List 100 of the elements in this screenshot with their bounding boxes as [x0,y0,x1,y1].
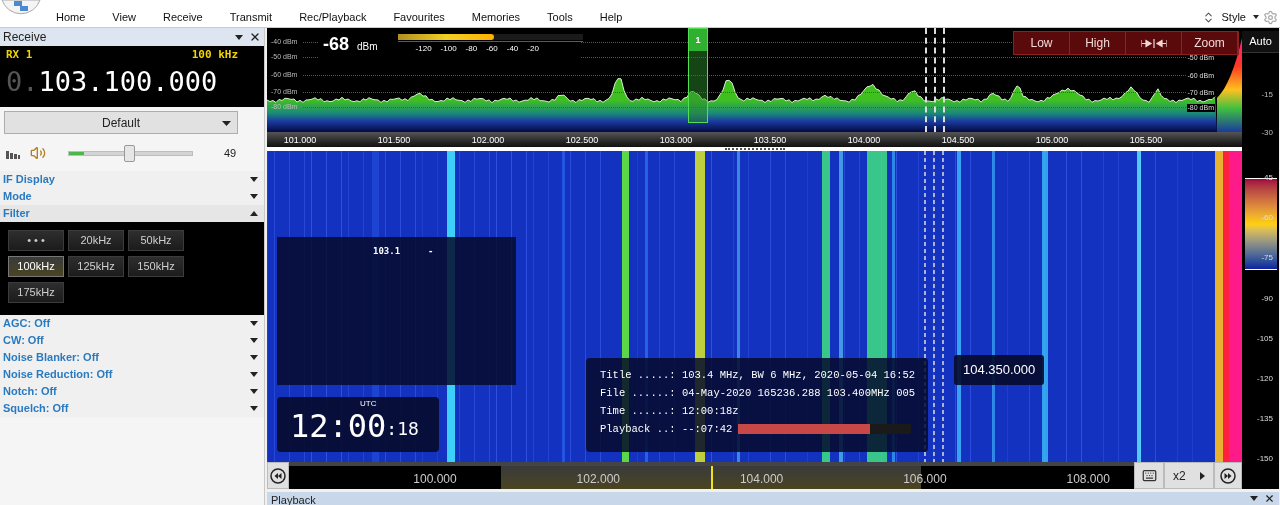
info-line: Playback ..: --:07:42 [600,422,733,436]
scale-label: -15 [1261,90,1273,100]
channel-frequency: 103.1 [373,245,401,258]
step-label: 100 kHz [191,47,239,63]
info-line: Time ......: 12:00:18z [600,404,739,418]
meter-scale-label: -40 [506,44,519,54]
axis-label: 102.500 [565,135,599,146]
menu-tab[interactable]: Receive [155,9,222,26]
auto-button[interactable]: Auto [1242,30,1279,53]
timeline-label: 102.000 [576,472,620,486]
expand-caret-icon[interactable] [250,177,258,182]
menu-tab[interactable]: Memories [463,9,540,26]
timeline-label: 104.000 [739,472,784,486]
speed-button[interactable]: x2 [1164,462,1214,489]
filter-button[interactable]: • • • [8,230,64,251]
axis-label: 104.000 [847,135,881,146]
info-line: Title .....: 103.4 MHz, BW 6 MHz, 2020-05-04 16:52 [600,368,916,382]
filter-button[interactable]: 150kHz [128,256,184,277]
frequency-readout[interactable]: 103.100.000 [38,63,218,100]
panel-title: Playback [271,493,316,505]
menu-tab[interactable]: Help [591,9,642,26]
rewind-icon [270,467,286,484]
scale-label: -135 [1257,414,1273,425]
keyboard-icon [1141,468,1157,483]
collapse-caret-icon[interactable] [250,211,258,216]
axis-label: 105.000 [1035,135,1069,146]
menu-tab[interactable]: Rec/Playback [291,9,386,26]
scale-label: -75 [1261,253,1273,264]
dropdown-caret-icon [222,121,231,126]
arrows-inward-icon [1140,38,1167,48]
spectrum-button[interactable]: High [1070,32,1126,54]
scale-label: -30 [1261,128,1273,138]
filter-button[interactable]: 20kHz [68,230,124,251]
close-icon[interactable] [249,31,261,43]
volume-value: 49 [224,145,237,161]
dropdown-caret-icon[interactable] [1250,496,1258,501]
axis-label: 101.500 [377,135,411,146]
filter-button[interactable]: 50kHz [128,230,184,251]
info-line: File ......: 04-May-2020 165236.288 103.400MHz 005 [600,386,916,400]
section-header[interactable]: CW: Off [0,332,264,349]
menu-tab[interactable]: View [104,9,155,26]
center-button[interactable] [1126,32,1182,54]
section-header[interactable]: AGC: Off [0,315,264,332]
expand-caret-icon[interactable] [250,406,258,411]
section-header[interactable]: Squelch: Off [0,400,264,417]
expand-caret-icon[interactable] [250,338,258,343]
meter-scale-label: -100 [440,44,457,54]
expand-caret-icon[interactable] [250,321,258,326]
volume-thumb[interactable] [124,144,136,162]
expand-caret-icon[interactable] [250,194,258,199]
timeline-label: 106.000 [903,472,947,486]
scale-label: -60 [1261,213,1273,224]
timeline-label: 108.000 [1066,472,1110,486]
axis-label: 102.000 [471,135,505,146]
menu-tab[interactable]: Transmit [221,9,292,26]
section-header[interactable]: Noise Blanker: Off [0,349,264,366]
axis-label: 103.500 [753,135,787,146]
clock-zone: UTC [360,399,377,408]
preset-dropdown[interactable]: Default [4,111,238,134]
spectrum-button[interactable]: Low [1014,32,1070,54]
signal-reading: -68 [323,33,349,56]
timeline-ruler[interactable]: 100.000 102.000 104.000 106.000 108.000 [289,462,1134,489]
section-header[interactable]: Notch: Off [0,383,264,400]
expand-caret-icon[interactable] [250,372,258,377]
expand-caret-icon[interactable] [250,389,258,394]
forward-button[interactable] [1214,462,1242,489]
menu-tab[interactable]: Home [48,9,105,26]
clock-time: 12:00 [290,408,387,444]
marker-number: 1 [689,29,707,51]
volume-slider[interactable] [65,143,196,163]
caret-icon [1200,471,1205,480]
style-menu[interactable]: Style [1221,9,1259,26]
keyboard-button[interactable] [1134,462,1164,489]
section-header[interactable]: Mode [0,188,264,205]
meter-scale-label: -80 [465,44,478,54]
timeline-label: 100.000 [413,472,457,486]
spectrum-button[interactable]: Zoom [1182,32,1238,54]
close-icon[interactable] [1264,493,1275,504]
dropdown-caret-icon[interactable] [235,34,243,40]
rewind-button[interactable] [267,462,289,489]
filter-button[interactable]: 125kHz [68,256,124,277]
filter-button[interactable]: 175kHz [8,282,64,303]
rx-label: RX 1 [6,47,33,63]
menu-tab[interactable]: Tools [539,9,592,26]
menu-tab[interactable]: Favourites [385,9,464,26]
axis-label: 104.500 [941,135,975,146]
section-header[interactable]: IF Display [0,171,264,188]
panel-title: Receive [3,29,47,46]
clock-seconds: :18 [386,417,419,441]
section-header[interactable]: Noise Reduction: Off [0,366,264,383]
signal-unit: dBm [357,40,378,54]
section-header[interactable]: Filter [0,205,264,222]
axis-label: 101.000 [283,135,317,146]
scale-label: -120 [1257,374,1273,384]
fast-forward-icon [1220,467,1236,484]
meter-scale-label: -60 [486,44,498,54]
filter-button[interactable]: 100kHz [8,256,64,277]
cursor-frequency: 104.350.000 [963,361,1036,380]
speaker-icon[interactable] [30,145,46,161]
expand-caret-icon[interactable] [250,355,258,360]
